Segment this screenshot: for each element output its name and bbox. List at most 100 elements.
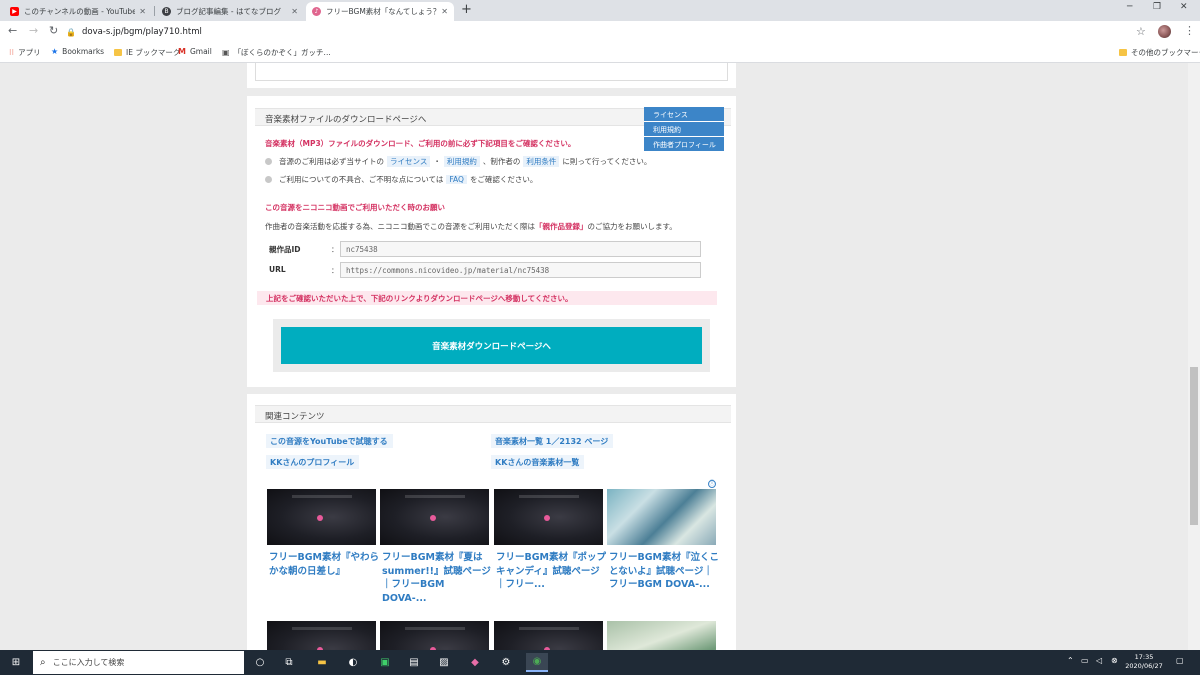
bookmark-other-folder[interactable]: その他のブックマーク xyxy=(1119,47,1200,58)
kk-materials-link[interactable]: KKさんの音楽素材一覧 xyxy=(491,455,585,469)
reload-icon[interactable]: ↻ xyxy=(49,25,58,37)
thumbnail-2[interactable] xyxy=(380,489,489,545)
photos-icon[interactable]: ▨ xyxy=(433,653,455,672)
kk-profile-link[interactable]: KKさんのプロフィール xyxy=(266,455,360,469)
thumbnail-1-title[interactable]: フリーBGM素材『やわらかな朝の日差し』 xyxy=(269,551,379,578)
license-link[interactable]: ライセンス xyxy=(644,107,724,122)
app-icon[interactable]: ◐ xyxy=(342,653,364,672)
windows-taskbar: ⊞ ⌕ ここに入力して検索 ○ ⧉ ▬ ◐ ▣ ▤ ▨ ◆ ⚙ ◉ ⌃ ▭ ◁ … xyxy=(0,650,1200,675)
windows-start-icon[interactable]: ⊞ xyxy=(5,653,27,672)
menu-kebab-icon[interactable]: ⋮ xyxy=(1184,24,1195,37)
close-tab-icon[interactable]: ✕ xyxy=(291,7,298,16)
profile-avatar[interactable] xyxy=(1158,25,1171,38)
terms-inline-link[interactable]: 利用規約 xyxy=(443,156,480,167)
note-license: 音源のご利用は必ず当サイトの ライセンス ・ 利用規約 、制作者の 利用条件 に… xyxy=(265,156,651,167)
youtube-preview-link[interactable]: この音源をYouTubeで試聴する xyxy=(266,434,393,448)
url-text: dova-s.jp/bgm/play710.html xyxy=(81,27,202,37)
field-colon: ： xyxy=(331,245,339,254)
page-scrollbar[interactable] xyxy=(1188,63,1200,650)
faq-link[interactable]: FAQ xyxy=(446,175,467,184)
bookmark-ie-folder[interactable]: IE ブックマーク xyxy=(114,47,180,58)
volume-icon[interactable]: ◁ xyxy=(1096,656,1102,665)
material-list-link[interactable]: 音楽素材一覧 1／2132 ページ xyxy=(491,434,614,448)
thumbnail-4-title[interactable]: フリーBGM素材『泣くことないよ』試聴ページ｜フリーBGM DOVA-... xyxy=(609,551,719,592)
minimize-icon[interactable]: ─ xyxy=(1127,2,1132,12)
section-header: 関連コンテンツ xyxy=(255,405,731,423)
tab-youtube-studio[interactable]: ▶ このチャンネルの動画 - YouTube Studio ✕ xyxy=(4,2,152,21)
bookmark-bookmarks[interactable]: ★ Bookmarks xyxy=(51,47,104,56)
back-icon[interactable]: ← xyxy=(8,25,17,37)
gmail-icon: M xyxy=(178,47,186,56)
section-title: 関連コンテンツ xyxy=(265,412,325,422)
cortana-icon[interactable]: ○ xyxy=(249,653,271,672)
thumbnail-6[interactable] xyxy=(380,621,489,650)
apps-grid-icon: ⁝⁝ xyxy=(9,48,15,57)
tray-chevron-icon[interactable]: ⌃ xyxy=(1067,656,1074,665)
related-section: 関連コンテンツ この音源をYouTubeで試聴する 音楽素材一覧 1／2132 … xyxy=(247,394,736,650)
note-text: 、制作者の xyxy=(482,157,521,166)
bookmark-star-icon[interactable]: ☆ xyxy=(1136,25,1146,38)
page-viewport: 音楽素材ファイルのダウンロードページへ ライセンス 利用規約 作曲者プロフィール… xyxy=(0,63,1200,650)
bookmark-gmail[interactable]: M Gmail xyxy=(178,47,212,56)
parent-id-field[interactable]: nc75438 xyxy=(340,241,701,257)
new-tab-button[interactable]: + xyxy=(461,3,472,17)
note-text: に則って行ってください。 xyxy=(562,157,652,166)
notification-mute-icon[interactable]: ⊗ xyxy=(1111,656,1118,665)
bookmark-label: Gmail xyxy=(189,47,212,56)
material-url-field[interactable]: https://commons.nicovideo.jp/material/nc… xyxy=(340,262,701,278)
bookmark-page[interactable]: ▣ 「ぼくらのかぞく」ガッチ... xyxy=(222,47,331,58)
task-view-icon[interactable]: ⧉ xyxy=(278,653,300,672)
paint-icon[interactable]: ◆ xyxy=(464,653,486,672)
conditions-inline-link[interactable]: 利用条件 xyxy=(523,156,560,167)
youtube-icon: ▶ xyxy=(10,7,19,16)
file-explorer-icon[interactable]: ▬ xyxy=(311,653,333,672)
tab-strip: ▶ このチャンネルの動画 - YouTube Studio ✕ B ブログ記事編… xyxy=(0,0,1200,21)
thumbnail-1[interactable] xyxy=(267,489,376,545)
close-tab-icon[interactable]: ✕ xyxy=(139,7,146,16)
bookmark-apps[interactable]: ⁝⁝ アプリ xyxy=(9,47,41,58)
license-inline-link[interactable]: ライセンス xyxy=(387,156,431,167)
thumbnail-3-title[interactable]: フリーBGM素材『ポップキャンディ』試聴ページ｜フリー... xyxy=(496,551,606,592)
notes-icon[interactable]: ▤ xyxy=(403,653,425,672)
scrollbar-thumb[interactable] xyxy=(1190,367,1198,525)
thumbnail-4[interactable] xyxy=(607,489,716,545)
hatena-icon: B xyxy=(162,7,171,16)
restore-icon[interactable]: ❐ xyxy=(1153,2,1161,12)
tab-hatena-blog[interactable]: B ブログ記事編集 - はてなブログ ✕ xyxy=(156,2,304,21)
thumbnail-2-title[interactable]: フリーBGM素材『夏はsummer!!』試聴ページ｜フリーBGM DOVA-..… xyxy=(382,551,492,605)
page-icon: ▣ xyxy=(222,48,230,57)
download-warning: 音楽素材（MP3）ファイルのダウンロード、ご利用の前に必ず下記項目をご確認くださ… xyxy=(265,139,576,148)
clock-date: 2020/06/27 xyxy=(1125,662,1163,670)
close-window-icon[interactable]: ✕ xyxy=(1180,2,1188,12)
close-tab-icon[interactable]: ✕ xyxy=(441,7,448,16)
taskbar-search-box[interactable]: ⌕ ここに入力して検索 xyxy=(33,651,244,674)
url-label: URL xyxy=(269,265,286,274)
bookmark-label: Bookmarks xyxy=(62,47,105,56)
chrome-icon[interactable]: ◉ xyxy=(526,653,548,672)
tab-label: フリーBGM素材「なんてしょう？」試聴 xyxy=(326,7,437,16)
adchoices-icon[interactable]: ⓘ xyxy=(708,480,716,488)
network-icon[interactable]: ▭ xyxy=(1081,656,1089,665)
tab-dova-bgm[interactable]: ♪ フリーBGM素材「なんてしょう？」試聴 ✕ xyxy=(306,2,454,21)
action-center-icon[interactable]: ▢ xyxy=(1176,656,1184,665)
parent-id-label: 親作品ID xyxy=(269,245,301,254)
thumbnail-7[interactable] xyxy=(494,621,603,650)
settings-gear-icon[interactable]: ⚙ xyxy=(495,653,517,672)
thumbnail-8[interactable] xyxy=(607,621,716,650)
bookmark-label: 「ぼくらのかぞく」ガッチ... xyxy=(233,48,331,57)
dova-icon: ♪ xyxy=(312,7,321,16)
confirm-text: 上記をご確認いただいた上で、下記のリンクよりダウンロードページへ移動してください… xyxy=(266,294,573,303)
composer-profile-link[interactable]: 作曲者プロフィール xyxy=(644,137,724,152)
tab-separator xyxy=(154,6,155,16)
thumbnail-3[interactable] xyxy=(494,489,603,545)
line-icon[interactable]: ▣ xyxy=(374,653,396,672)
download-page-button[interactable]: 音楽素材ダウンロードページへ xyxy=(281,327,702,364)
terms-link[interactable]: 利用規約 xyxy=(644,122,724,137)
parent-work-highlight: 「親作品登録」 xyxy=(535,222,588,231)
address-bar[interactable]: 🔒 dova-s.jp/bgm/play710.html xyxy=(66,23,1156,41)
forward-icon[interactable]: → xyxy=(29,25,38,37)
bookmarks-bar: ⁝⁝ アプリ ★ Bookmarks IE ブックマーク M Gmail ▣ 「… xyxy=(0,43,1200,63)
thumbnail-5[interactable] xyxy=(267,621,376,650)
taskbar-clock[interactable]: 17:35 2020/06/27 xyxy=(1124,653,1164,671)
lock-icon: 🔒 xyxy=(66,27,76,37)
